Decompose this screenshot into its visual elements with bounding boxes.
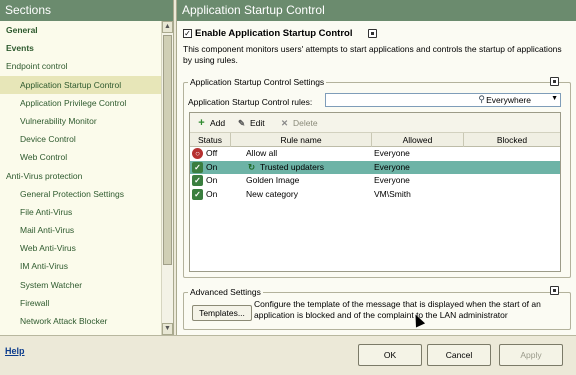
add-button-label: Add: [210, 118, 226, 128]
sidebar-item-application-privilege-control[interactable]: Application Privilege Control: [0, 94, 162, 112]
delete-button-label: Delete: [293, 118, 318, 128]
scroll-thumb[interactable]: [163, 35, 172, 265]
table-row[interactable]: ○ Off Allow all Everyone: [190, 147, 560, 161]
plus-icon: +: [198, 117, 205, 129]
rules-filter-value: Everywhere: [486, 95, 531, 105]
row-rule-name: Trusted updaters: [260, 161, 324, 172]
row-status: On: [206, 161, 218, 172]
edit-button[interactable]: ✎ Edit: [236, 117, 265, 130]
row-status: On: [206, 175, 218, 185]
sidebar-item-device-control[interactable]: Device Control: [0, 130, 162, 148]
sidebar-list: General Events Endpoint control Applicat…: [0, 21, 162, 335]
row-status: Off: [206, 148, 218, 158]
pencil-icon: ✎: [237, 118, 246, 128]
row-allowed: Everyone: [374, 148, 410, 158]
sidebar-item-web-control[interactable]: Web Control: [0, 148, 162, 166]
rules-toolbar: + Add ✎ Edit ✕ Delete: [190, 113, 560, 133]
component-description: This component monitors users' attempts …: [183, 44, 562, 65]
cancel-button[interactable]: Cancel: [427, 344, 491, 366]
page-title: Application Startup Control: [177, 0, 576, 21]
advanced-settings-title: Advanced Settings: [188, 287, 263, 297]
column-rule-name[interactable]: Rule name: [231, 133, 372, 147]
status-on-icon: ✓: [192, 161, 203, 173]
chevron-down-icon[interactable]: ▼: [551, 95, 558, 102]
status-on-icon: ✓: [192, 188, 203, 200]
delete-x-icon: ✕: [280, 118, 289, 128]
column-allowed[interactable]: Allowed: [372, 133, 464, 147]
sidebar-item-application-startup-control[interactable]: Application Startup Control: [0, 75, 162, 94]
search-icon: ⚲: [478, 94, 485, 104]
sidebar-title: Sections: [0, 0, 173, 21]
sidebar-item-vulnerability-monitor[interactable]: Vulnerability Monitor: [0, 112, 162, 130]
table-row-selected[interactable]: ✓ On ↻ Trusted updaters Everyone: [190, 160, 560, 174]
sidebar-item-im-anti-virus[interactable]: IM Anti-Virus: [0, 257, 162, 275]
column-status[interactable]: Status: [190, 133, 231, 147]
row-allowed: Everyone: [374, 175, 410, 185]
sidebar-item-system-watcher[interactable]: System Watcher: [0, 276, 162, 294]
apply-button[interactable]: Apply: [499, 344, 563, 366]
enable-checkbox[interactable]: ✓: [183, 29, 192, 38]
rules-table: + Add ✎ Edit ✕ Delete Status Rule name Allo…: [189, 112, 561, 272]
ok-button[interactable]: OK: [358, 344, 422, 366]
sidebar-item-endpoint-control[interactable]: Endpoint control: [0, 57, 162, 75]
advanced-settings-group: Advanced Settings Templates... Configure…: [183, 287, 571, 330]
sidebar-item-mail-anti-virus[interactable]: Mail Anti-Virus: [0, 221, 162, 239]
sidebar-item-network-attack-blocker[interactable]: Network Attack Blocker: [0, 312, 162, 330]
sidebar-item-general[interactable]: General: [0, 21, 162, 39]
main-panel: Application Startup Control ✓ Enable App…: [176, 0, 576, 335]
sections-sidebar: Sections General Events Endpoint control…: [0, 0, 174, 335]
column-blocked[interactable]: Blocked: [464, 133, 560, 147]
row-status: On: [206, 188, 218, 199]
advanced-settings-description: Configure the template of the message th…: [254, 299, 541, 320]
updater-icon: ↻: [248, 161, 256, 172]
sidebar-item-file-anti-virus[interactable]: File Anti-Virus: [0, 203, 162, 221]
row-rule-name: Allow all: [246, 148, 278, 158]
settings-lock-icon[interactable]: [550, 77, 559, 86]
rules-label: Application Startup Control rules:: [188, 97, 313, 107]
sidebar-item-general-protection-settings[interactable]: General Protection Settings: [0, 185, 162, 203]
table-header: Status Rule name Allowed Blocked: [190, 133, 560, 147]
delete-button[interactable]: ✕ Delete: [279, 117, 318, 130]
sidebar-item-anti-virus-protection[interactable]: Anti-Virus protection: [0, 167, 162, 185]
add-button[interactable]: + Add: [196, 117, 225, 130]
status-off-icon: ○: [192, 148, 203, 159]
rules-filter-dropdown[interactable]: ⚲ Everywhere ▼: [325, 93, 561, 107]
help-link[interactable]: Help: [5, 346, 25, 356]
row-rule-name: New category: [246, 188, 298, 199]
sidebar-item-firewall[interactable]: Firewall: [0, 294, 162, 312]
sidebar-item-events[interactable]: Events: [0, 39, 162, 57]
advanced-lock-icon[interactable]: [550, 286, 559, 295]
status-on-icon: ✓: [192, 175, 203, 186]
lock-icon[interactable]: [368, 29, 377, 38]
row-allowed: VM\Smith: [374, 188, 411, 199]
row-rule-name: Golden Image: [246, 175, 300, 185]
templates-button[interactable]: Templates...: [192, 305, 252, 321]
row-allowed: Everyone: [374, 161, 410, 172]
settings-group-title: Application Startup Control Settings: [188, 77, 327, 87]
scroll-down-arrow-icon[interactable]: ▼: [162, 323, 173, 335]
sidebar-item-web-anti-virus[interactable]: Web Anti-Virus: [0, 239, 162, 257]
scroll-up-arrow-icon[interactable]: ▲: [162, 21, 173, 33]
table-row[interactable]: ✓ On New category VM\Smith: [190, 188, 560, 202]
sidebar-scrollbar[interactable]: ▲ ▼: [161, 21, 173, 335]
edit-button-label: Edit: [250, 118, 265, 128]
enable-checkbox-label[interactable]: Enable Application Startup Control: [195, 28, 352, 39]
dialog-footer: Help OK Cancel Apply: [0, 335, 576, 375]
table-row[interactable]: ✓ On Golden Image Everyone: [190, 174, 560, 188]
